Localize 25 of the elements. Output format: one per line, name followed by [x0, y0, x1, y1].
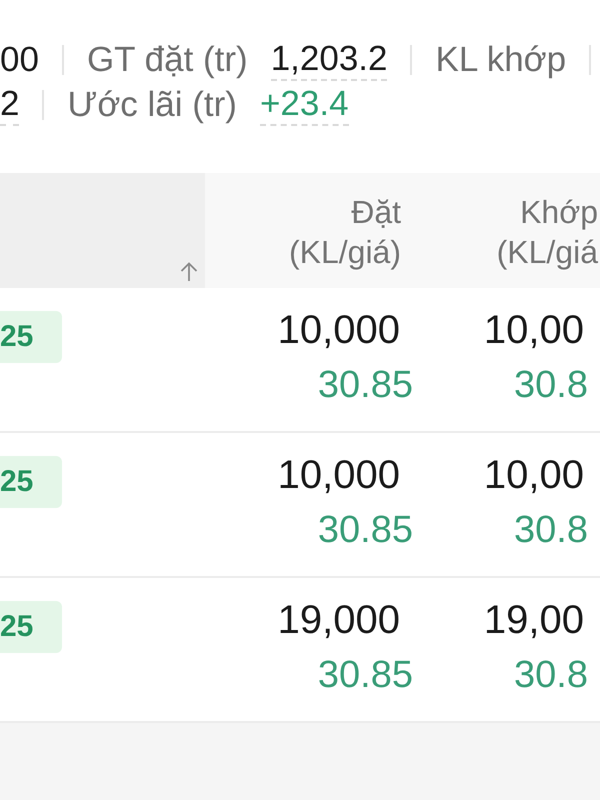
order-quantity: 19,000 — [278, 597, 400, 644]
order-price: 30.85 — [318, 653, 413, 697]
summary-value: +23.4 — [260, 84, 349, 126]
column-header[interactable]: Đặt (KL/giá) — [205, 173, 425, 288]
tag-badge: 25 — [0, 456, 62, 508]
summary-value: 1,203.2 — [270, 39, 388, 81]
matched-price: 30.8 — [514, 363, 588, 407]
order-price: 30.85 — [318, 508, 413, 552]
tag-badge: 25 — [0, 311, 62, 363]
order-quantity: 10,000 — [278, 307, 400, 354]
matched-quantity: 19,00 — [484, 597, 584, 644]
matched-price: 30.8 — [514, 508, 588, 552]
summary-label: KL khớp — [435, 40, 566, 80]
column-header[interactable]: Khớp (KL/giá — [425, 173, 600, 288]
order-price: 30.85 — [318, 363, 413, 407]
summary-label: Ước lãi (tr) — [67, 85, 237, 125]
order-quantity: 10,000 — [278, 452, 400, 499]
matched-quantity: 10,00 — [484, 307, 584, 354]
summary-value: 2 — [0, 84, 20, 126]
sorted-column-header[interactable] — [0, 173, 205, 288]
tag-badge: 25 — [0, 601, 62, 653]
summary-label: GT đặt (tr) — [86, 40, 248, 80]
matched-quantity: 10,00 — [484, 452, 584, 499]
summary-value: 00 — [0, 40, 39, 80]
matched-price: 30.8 — [514, 653, 588, 697]
